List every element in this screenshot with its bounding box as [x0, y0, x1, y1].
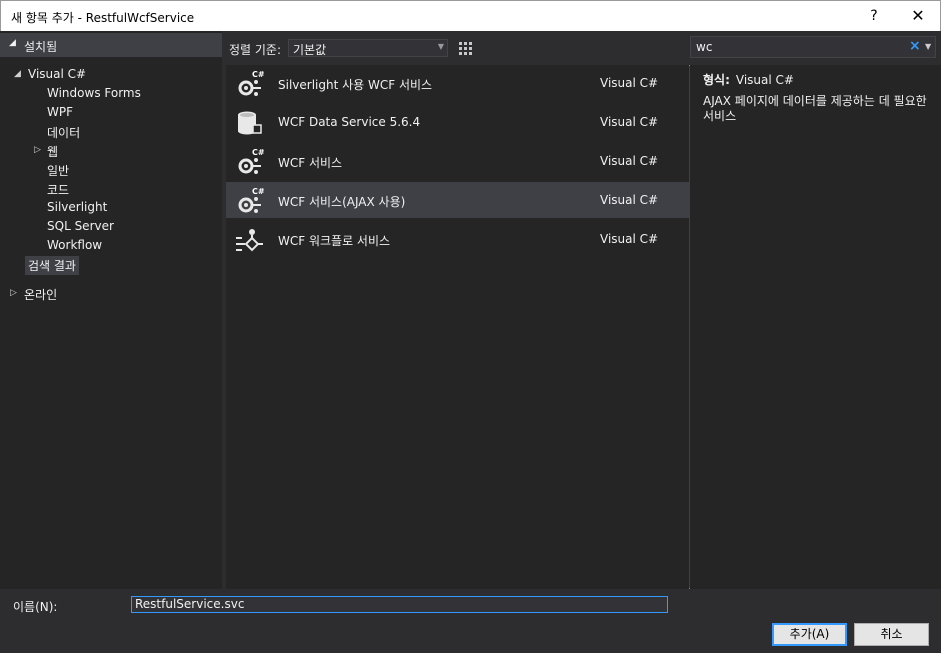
collapse-arrow-icon[interactable]: ◢ [9, 38, 16, 48]
template-type: Visual C# [600, 232, 659, 246]
add-button[interactable]: 추가(A) [772, 623, 847, 646]
template-item[interactable]: C# WCF 서비스 Visual C# [226, 143, 689, 179]
detail-description: AJAX 페이지에 데이터를 제공하는 데 필요한 서비스 [703, 94, 927, 123]
help-button[interactable]: ? [859, 5, 889, 27]
collapsed-arrow-icon[interactable]: ▷ [34, 145, 41, 155]
tree-node-wpf[interactable]: WPF [47, 105, 73, 119]
search-input[interactable]: wc × ▼ [690, 36, 936, 58]
svg-text:C#: C# [252, 148, 264, 157]
sort-label: 정렬 기준: [229, 43, 282, 57]
tree-node-label: Visual C# [28, 67, 87, 81]
tree-node-sql-server[interactable]: SQL Server [47, 219, 114, 233]
detail-type: 형식: Visual C# [703, 71, 794, 88]
template-type: Visual C# [600, 115, 659, 129]
detail-type-label: 형식: [703, 73, 730, 87]
svg-text:C#: C# [252, 187, 264, 196]
template-name: WCF 서비스(AJAX 사용) [278, 195, 406, 209]
title-bar: 새 항목 추가 - RestfulWcfService ? ✕ [0, 0, 941, 31]
template-name: WCF 워크플로 서비스 [278, 234, 391, 248]
grid-view-button[interactable] [455, 38, 475, 58]
grid-view-icon [459, 42, 472, 55]
collapsed-arrow-icon[interactable]: ▷ [10, 288, 17, 298]
template-type: Visual C# [600, 76, 659, 90]
expanded-arrow-icon[interactable]: ◢ [14, 69, 21, 79]
tree-header-installed[interactable]: ◢ 설치됨 [0, 33, 222, 57]
detail-type-value: Visual C# [735, 73, 794, 87]
window-title: 새 항목 추가 - RestfulWcfService [11, 11, 195, 25]
clear-search-icon[interactable]: × [909, 38, 921, 54]
template-item[interactable]: C# Silverlight 사용 WCF 서비스 Visual C# [226, 65, 689, 101]
wcf-csharp-icon: C# [238, 70, 264, 96]
template-item[interactable]: WCF 워크플로 서비스 Visual C# [226, 221, 689, 257]
sort-dropdown[interactable]: 기본값 ▼ [288, 39, 448, 57]
cancel-button[interactable]: 취소 [854, 623, 929, 646]
name-input[interactable]: RestfulService.svc [131, 596, 668, 613]
template-name: Silverlight 사용 WCF 서비스 [278, 78, 433, 92]
template-item[interactable]: WCF Data Service 5.6.4 Visual C# [226, 104, 689, 140]
name-label: 이름(N): [13, 600, 58, 614]
template-type: Visual C# [600, 193, 659, 207]
chevron-down-icon[interactable]: ▼ [925, 42, 931, 51]
template-item-selected[interactable]: C# WCF 서비스(AJAX 사용) Visual C# [226, 182, 689, 218]
tree-node-workflow[interactable]: Workflow [47, 238, 102, 252]
tree-node-data[interactable]: 데이터 [47, 124, 80, 141]
wcf-csharp-icon: C# [238, 148, 264, 174]
tree-node-label: 온라인 [24, 288, 58, 302]
tree-node-label: 웹 [47, 145, 59, 159]
svg-text:C#: C# [252, 70, 264, 79]
template-name: WCF 서비스 [278, 156, 343, 170]
chevron-down-icon: ▼ [437, 42, 444, 51]
template-list: C# Silverlight 사용 WCF 서비스 Visual C# WCF … [226, 65, 689, 589]
tree-node-windows-forms[interactable]: Windows Forms [47, 86, 141, 100]
tree-node-search-results[interactable]: 검색 결과 [25, 256, 79, 275]
wcf-csharp-icon: C# [238, 187, 264, 213]
detail-panel: 형식: Visual C# AJAX 페이지에 데이터를 제공하는 데 필요한 서… [690, 65, 941, 589]
template-tree: ◢ 설치됨 ◢ Visual C# Windows Forms WPF 데이터 … [0, 31, 222, 589]
workflow-icon [236, 229, 263, 252]
template-name: WCF Data Service 5.6.4 [278, 115, 421, 129]
tree-node-general[interactable]: 일반 [47, 162, 69, 179]
search-value: wc [696, 40, 713, 54]
sort-value: 기본값 [293, 43, 327, 57]
database-icon [238, 111, 262, 135]
tree-node-code[interactable]: 코드 [47, 181, 69, 198]
template-type: Visual C# [600, 154, 659, 168]
tree-header-label: 설치됨 [24, 40, 58, 54]
dialog-body: ◢ 설치됨 ◢ Visual C# Windows Forms WPF 데이터 … [0, 31, 941, 653]
close-button[interactable]: ✕ [903, 5, 933, 27]
tree-node-silverlight[interactable]: Silverlight [47, 200, 107, 214]
